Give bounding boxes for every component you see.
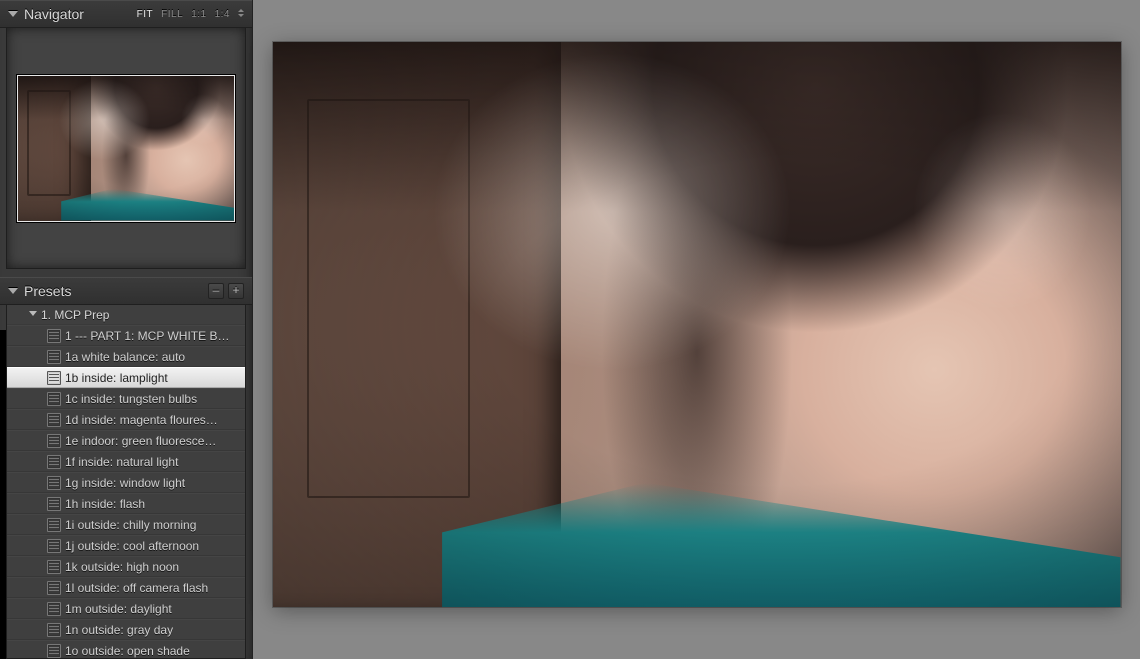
preset-item-label: 1g inside: window light (65, 476, 185, 490)
preset-item[interactable]: 1m outside: daylight (7, 598, 245, 619)
preset-item-label: 1n outside: gray day (65, 623, 173, 637)
preset-icon (47, 644, 61, 658)
preset-folder-label: 1. MCP Prep (41, 308, 109, 322)
presets-header[interactable]: Presets – + (0, 277, 252, 305)
preset-item[interactable]: 1a white balance: auto (7, 346, 245, 367)
zoom-stepper[interactable] (238, 9, 244, 20)
preset-item-label: 1m outside: daylight (65, 602, 172, 616)
thumbnail-image (18, 76, 234, 221)
navigator-header[interactable]: Navigator FIT FILL 1:1 1:4 (0, 0, 252, 28)
preset-icon (47, 392, 61, 406)
presets-remove-button[interactable]: – (208, 283, 224, 299)
preset-item-label: 1b inside: lamplight (65, 371, 168, 385)
preset-item[interactable]: 1 --- PART 1: MCP WHITE B… (7, 325, 245, 346)
preset-icon (47, 497, 61, 511)
navigator-title: Navigator (24, 6, 84, 22)
preset-icon (47, 329, 61, 343)
preset-item-label: 1c inside: tungsten bulbs (65, 392, 197, 406)
preset-item[interactable]: 1g inside: window light (7, 472, 245, 493)
preset-item[interactable]: 1j outside: cool afternoon (7, 535, 245, 556)
preset-item[interactable]: 1h inside: flash (7, 493, 245, 514)
preset-icon (47, 350, 61, 364)
main-image-frame[interactable] (273, 42, 1121, 607)
navigator-thumbnail[interactable] (17, 75, 235, 222)
preset-item-label: 1i outside: chilly morning (65, 518, 196, 532)
preset-icon (47, 371, 61, 385)
chevron-down-icon[interactable] (29, 311, 37, 316)
preset-icon (47, 413, 61, 427)
preset-item-label: 1k outside: high noon (65, 560, 179, 574)
preset-item[interactable]: 1i outside: chilly morning (7, 514, 245, 535)
left-sidebar: Navigator FIT FILL 1:1 1:4 (0, 0, 253, 659)
preset-item-label: 1e indoor: green fluoresce… (65, 434, 216, 448)
preset-icon (47, 455, 61, 469)
preset-item[interactable]: 1f inside: natural light (7, 451, 245, 472)
presets-list: 1. MCP Prep 1 --- PART 1: MCP WHITE B… 1a… (6, 305, 246, 659)
preset-item-label: 1d inside: magenta floures… (65, 413, 218, 427)
preset-icon (47, 518, 61, 532)
preset-item[interactable]: 1e indoor: green fluoresce… (7, 430, 245, 451)
preset-item[interactable]: 1d inside: magenta floures… (7, 409, 245, 430)
preset-icon (47, 623, 61, 637)
zoom-1-1[interactable]: 1:1 (191, 9, 206, 20)
preset-icon (47, 539, 61, 553)
navigator-zoom-options: FIT FILL 1:1 1:4 (137, 9, 244, 20)
preset-item-label: 1a white balance: auto (65, 350, 185, 364)
preset-item-label: 1j outside: cool afternoon (65, 539, 199, 553)
main-canvas[interactable] (253, 0, 1140, 659)
preset-item[interactable]: 1k outside: high noon (7, 556, 245, 577)
preset-item[interactable]: 1n outside: gray day (7, 619, 245, 640)
preset-item-label: 1 --- PART 1: MCP WHITE B… (65, 329, 229, 343)
zoom-fit[interactable]: FIT (137, 9, 154, 20)
presets-title: Presets (24, 283, 71, 299)
preset-item[interactable]: 1l outside: off camera flash (7, 577, 245, 598)
preset-item-label: 1o outside: open shade (65, 644, 190, 658)
chevron-down-icon[interactable] (8, 288, 18, 294)
preset-item[interactable]: 1o outside: open shade (7, 640, 245, 659)
preset-icon (47, 560, 61, 574)
app-root: Navigator FIT FILL 1:1 1:4 (0, 0, 1140, 659)
presets-add-button[interactable]: + (228, 283, 244, 299)
navigator-body (6, 28, 246, 269)
chevron-down-icon[interactable] (8, 11, 18, 17)
zoom-fill[interactable]: FILL (161, 9, 183, 20)
sidebar-edge (0, 330, 6, 659)
zoom-1-4[interactable]: 1:4 (215, 9, 230, 20)
preset-icon (47, 581, 61, 595)
preset-folder[interactable]: 1. MCP Prep (7, 305, 245, 325)
preset-item-label: 1h inside: flash (65, 497, 145, 511)
preset-item-label: 1f inside: natural light (65, 455, 178, 469)
preset-icon (47, 434, 61, 448)
preset-item-label: 1l outside: off camera flash (65, 581, 208, 595)
preset-icon (47, 476, 61, 490)
preset-item[interactable]: 1c inside: tungsten bulbs (7, 388, 245, 409)
preset-icon (47, 602, 61, 616)
preset-item[interactable]: 1b inside: lamplight (7, 367, 245, 388)
main-image (273, 42, 1121, 607)
